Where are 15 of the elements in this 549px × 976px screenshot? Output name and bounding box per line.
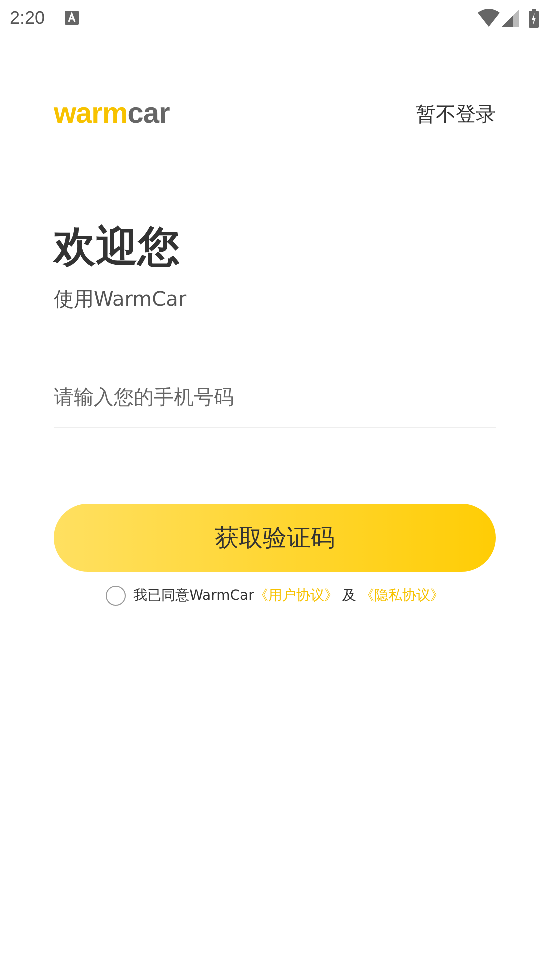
status-time: 2:20 [10,8,46,28]
wifi-icon [478,9,500,27]
signal-icon [502,10,519,26]
agreement-text: 及 [342,587,356,606]
agreement-checkbox[interactable] [106,586,126,606]
keyboard-icon [65,11,80,25]
welcome-title: 欢迎您 [54,222,181,272]
phone-input-field[interactable]: 请输入您的手机号码 [54,371,496,428]
logo-text: car [128,98,170,130]
subtitle: 使用WarmCar [54,286,188,314]
skip-login-link[interactable]: 暂不登录 [416,100,496,128]
battery-icon [529,8,539,28]
get-code-button[interactable]: 获取验证码 [54,504,496,572]
logo-text: warm [54,98,128,130]
agreement-text: 我已同意WarmCar [134,587,254,606]
